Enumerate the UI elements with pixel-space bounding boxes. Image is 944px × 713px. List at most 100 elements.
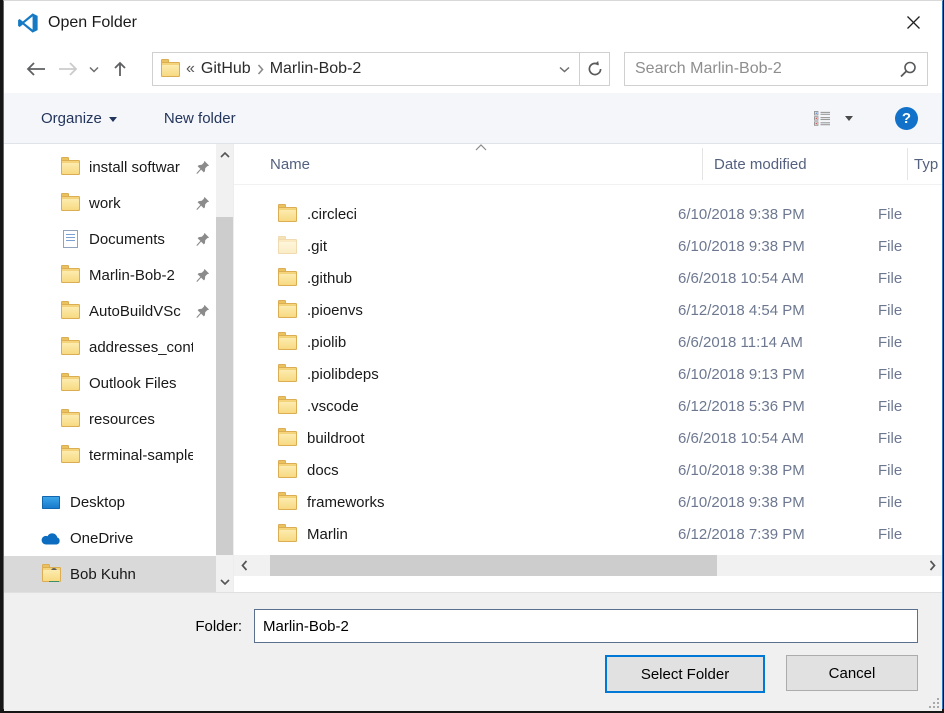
organize-label: Organize [41,110,102,127]
close-icon [906,15,921,30]
file-type: File [878,366,942,383]
search-icon[interactable] [899,61,917,78]
forward-arrow-icon [57,61,79,77]
folder-name-input[interactable] [254,609,918,643]
sidebar-item[interactable]: Marlin-Bob-2 [4,257,216,293]
sidebar-item[interactable]: Bob Kuhn [4,556,216,592]
file-date-modified: 6/12/2018 4:54 PM [678,302,878,319]
chevron-left-icon [241,560,248,571]
back-button[interactable] [20,53,52,85]
sidebar-item-label: Documents [89,231,193,248]
scroll-left-button[interactable] [236,555,252,576]
sidebar-item[interactable]: addresses_conta [4,329,216,365]
file-row[interactable]: Marlin 6/12/2018 7:39 PM File [234,518,942,550]
close-button[interactable] [892,5,934,39]
folder-icon [61,196,80,211]
folder-icon [278,527,297,542]
column-header-date-modified[interactable]: Date modified [714,156,914,173]
chevron-down-icon [845,116,853,121]
file-row[interactable]: .piolib 6/6/2018 11:14 AM File [234,326,942,358]
file-row[interactable]: .circleci 6/10/2018 9:38 PM File [234,198,942,230]
refresh-button[interactable] [580,52,610,86]
breadcrumb-overflow[interactable]: « [186,60,195,78]
folder-icon [278,271,297,286]
desktop-icon [42,496,60,509]
folder-icon [278,367,297,382]
folder-icon [278,335,297,350]
file-name: .vscode [307,398,359,415]
file-type: File [878,334,942,351]
scrollbar-thumb[interactable] [270,555,717,576]
main-content: install softwar work [4,144,942,592]
chevron-down-icon [89,66,99,73]
up-button[interactable] [104,53,136,85]
sidebar-item[interactable]: work [4,185,216,221]
folder-field-row: Folder: [4,609,918,643]
sidebar-item-label: Outlook Files [89,375,193,392]
file-row[interactable]: docs 6/10/2018 9:38 PM File [234,454,942,486]
file-row[interactable]: .github 6/6/2018 10:54 AM File [234,262,942,294]
change-view-button[interactable] [814,111,853,126]
sidebar-item-label: addresses_conta [89,339,193,356]
file-date-modified: 6/12/2018 7:39 PM [678,526,878,543]
folder-icon [278,207,297,222]
scrollbar-thumb[interactable] [216,217,233,555]
forward-button[interactable] [52,53,84,85]
file-name: .piolib [307,334,346,351]
sidebar-item[interactable]: resources [4,401,216,437]
file-row[interactable]: .vscode 6/12/2018 5:36 PM File [234,390,942,422]
sidebar-item[interactable]: Outlook Files [4,365,216,401]
pin-icon [195,304,210,319]
sidebar-item[interactable]: AutoBuildVSc [4,293,216,329]
sidebar-item[interactable]: install softwar [4,149,216,185]
chevron-right-icon [929,560,936,571]
scroll-down-button[interactable] [216,573,233,590]
address-bar[interactable]: « GitHub Marlin-Bob-2 [152,52,580,86]
file-name: frameworks [307,494,385,511]
details-view-icon [814,111,831,126]
file-row[interactable]: .piolibdeps 6/10/2018 9:13 PM File [234,358,942,390]
address-dropdown-button[interactable] [548,53,579,85]
search-box [624,52,928,86]
folder-icon [61,160,80,175]
column-divider[interactable] [702,148,703,180]
scroll-right-button[interactable] [924,555,940,576]
sidebar-item[interactable]: Desktop [4,484,216,520]
file-list-pane: Name Date modified Typ .circleci 6/10/20… [233,144,942,592]
file-type: File [878,270,942,287]
file-date-modified: 6/6/2018 11:14 AM [678,334,878,351]
column-header-name[interactable]: Name [270,156,714,173]
breadcrumb-segment-marlin[interactable]: Marlin-Bob-2 [264,60,368,78]
scroll-up-button[interactable] [216,146,233,163]
navigation-pane: install softwar work [4,144,216,592]
column-headers: Name Date modified Typ [234,144,942,185]
file-row[interactable]: frameworks 6/10/2018 9:38 PM File [234,486,942,518]
file-row[interactable]: .pioenvs 6/12/2018 4:54 PM File [234,294,942,326]
file-type: File [878,526,942,543]
list-horizontal-scrollbar[interactable] [234,555,942,576]
new-folder-button[interactable]: New folder [164,110,236,127]
file-row[interactable]: buildroot 6/6/2018 10:54 AM File [234,422,942,454]
recent-locations-button[interactable] [84,53,104,85]
file-name: .git [307,238,327,255]
dialog-footer: Folder: Select Folder Cancel [4,592,942,711]
cancel-button[interactable]: Cancel [786,655,918,691]
help-button[interactable]: ? [895,107,918,130]
search-input[interactable] [625,60,897,78]
sidebar-item[interactable]: OneDrive [4,520,216,556]
file-row[interactable]: .git 6/10/2018 9:38 PM File [234,230,942,262]
sidebar-item[interactable]: Documents [4,221,216,257]
resize-grip-icon[interactable] [927,696,939,708]
select-folder-button[interactable]: Select Folder [605,655,765,693]
sort-ascending-icon [475,144,487,151]
file-type: File [878,302,942,319]
column-header-type[interactable]: Typ [914,156,942,173]
sidebar-scrollbar[interactable] [216,144,233,592]
file-name: .piolibdeps [307,366,379,383]
folder-label: Folder: [4,618,254,635]
file-type: File [878,206,942,223]
sidebar-item[interactable]: terminal-sample [4,437,216,473]
column-divider[interactable] [907,148,908,180]
organize-menu[interactable]: Organize [41,110,117,127]
breadcrumb-segment-github[interactable]: GitHub [195,60,257,78]
